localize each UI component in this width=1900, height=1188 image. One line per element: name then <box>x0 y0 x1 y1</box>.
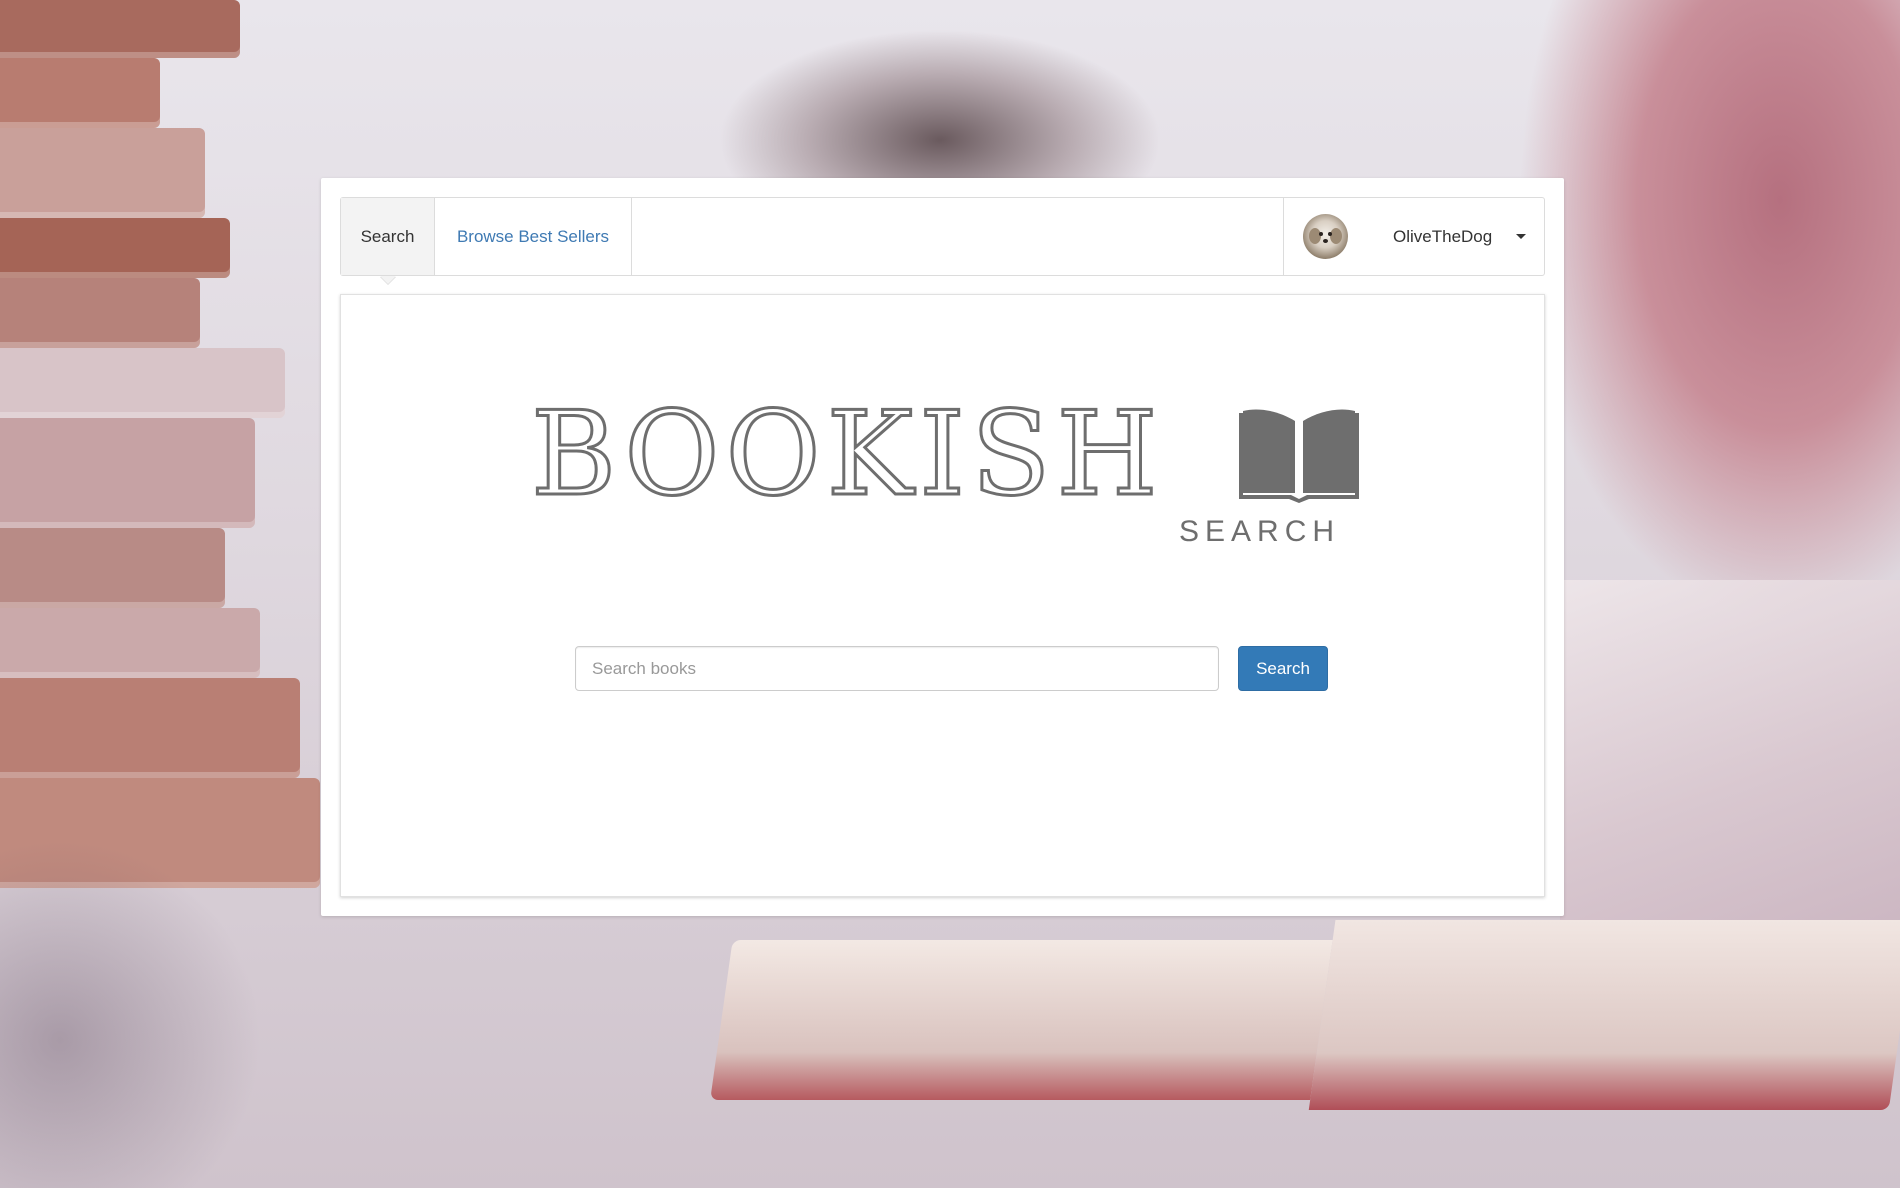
search-button[interactable]: Search <box>1238 646 1328 691</box>
tab-browse-best-sellers[interactable]: Browse Best Sellers <box>435 198 632 275</box>
logo-subtitle: SEARCH <box>1179 515 1341 548</box>
main-panel: Search Browse Best Sellers OliveTheDog B… <box>321 178 1564 916</box>
tab-search[interactable]: Search <box>341 198 435 275</box>
book-stack-image <box>0 0 320 900</box>
search-form: Search <box>575 646 1335 691</box>
caret-down-icon <box>1516 234 1526 239</box>
search-input[interactable] <box>575 646 1219 691</box>
open-book-icon <box>1239 409 1359 503</box>
username: OliveTheDog <box>1393 226 1493 246</box>
open-book-image <box>705 920 1900 1140</box>
avatar <box>1303 214 1348 259</box>
bookish-logo: BOOKISH SEARCH <box>530 395 1361 555</box>
logo-title: BOOKISH <box>530 387 1164 522</box>
search-content: BOOKISH SEARCH Search <box>340 294 1545 897</box>
user-menu[interactable]: OliveTheDog <box>1283 198 1544 275</box>
navbar: Search Browse Best Sellers OliveTheDog <box>340 197 1545 276</box>
